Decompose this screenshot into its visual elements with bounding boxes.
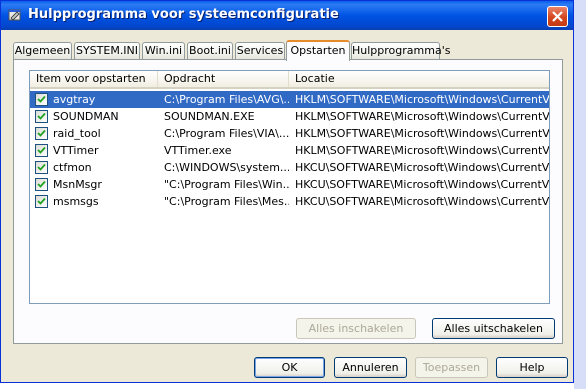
column-header-command[interactable]: Opdracht bbox=[158, 71, 289, 87]
item-cell: raid_tool bbox=[30, 125, 158, 142]
checkmark-icon bbox=[37, 112, 46, 120]
location-cell: HKLM\SOFTWARE\Microsoft\Windows\CurrentV… bbox=[295, 110, 549, 123]
table-row[interactable]: msmsgs "C:\Program Files\Mes... HKCU\SOF… bbox=[30, 193, 549, 210]
tab-opstarten[interactable]: Opstarten bbox=[286, 40, 350, 61]
title-bar[interactable]: Hulpprogramma voor systeemconfiguratie bbox=[1, 1, 573, 30]
item-name: avgtray bbox=[53, 93, 96, 106]
checkmark-icon bbox=[37, 163, 46, 171]
item-name: SOUNDMAN bbox=[53, 110, 119, 123]
disable-all-button[interactable]: Alles uitschakelen bbox=[432, 318, 555, 339]
command-cell: C:\Program Files\VIA\... bbox=[164, 127, 289, 140]
startup-checkbox[interactable] bbox=[35, 161, 48, 174]
tab-win-ini[interactable]: Win.ini bbox=[142, 42, 185, 60]
startup-checkbox[interactable] bbox=[35, 110, 48, 123]
location-cell: HKLM\SOFTWARE\Microsoft\Windows\CurrentV… bbox=[295, 127, 549, 140]
item-name: VTTimer bbox=[53, 144, 99, 157]
enable-all-button[interactable]: Alles inschakelen bbox=[296, 318, 416, 339]
item-cell: VTTimer bbox=[30, 142, 158, 159]
startup-checkbox[interactable] bbox=[35, 144, 48, 157]
item-name: msmsgs bbox=[53, 195, 99, 208]
item-cell: ctfmon bbox=[30, 159, 158, 176]
location-cell: HKCU\SOFTWARE\Microsoft\Windows\CurrentV… bbox=[295, 178, 549, 191]
table-row[interactable]: ctfmon C:\WINDOWS\system... HKCU\SOFTWAR… bbox=[30, 159, 549, 176]
checkmark-icon bbox=[37, 180, 46, 188]
command-cell: C:\Program Files\AVG\... bbox=[158, 91, 289, 108]
checkmark-icon bbox=[37, 129, 46, 137]
background-window bbox=[574, 0, 586, 389]
msconfig-icon bbox=[7, 7, 23, 23]
command-cell: "C:\Program Files\Mes... bbox=[164, 195, 289, 208]
table-row[interactable]: SOUNDMAN SOUNDMAN.EXE HKLM\SOFTWARE\Micr… bbox=[30, 108, 549, 125]
tab-services[interactable]: Services bbox=[235, 42, 285, 60]
tab-boot-ini[interactable]: Boot.ini bbox=[187, 42, 233, 60]
column-header-location[interactable]: Locatie bbox=[289, 71, 549, 87]
tab-algemeen[interactable]: Algemeen bbox=[13, 42, 72, 60]
tab-hulpprogrammas[interactable]: Hulpprogramma's bbox=[351, 42, 450, 60]
command-cell: "C:\Program Files\Win... bbox=[164, 178, 289, 191]
startup-checkbox[interactable] bbox=[35, 178, 48, 191]
checkmark-icon bbox=[37, 95, 46, 103]
window-title: Hulpprogramma voor systeemconfiguratie bbox=[28, 7, 339, 22]
startup-list[interactable]: Item voor opstarten Opdracht Locatie avg… bbox=[29, 70, 550, 304]
checkmark-icon bbox=[37, 146, 46, 154]
command-cell: VTTimer.exe bbox=[164, 144, 232, 157]
location-cell: HKCU\SOFTWARE\Microsoft\Windows\CurrentV… bbox=[295, 195, 549, 208]
item-cell: MsnMsgr bbox=[30, 176, 158, 193]
startup-checkbox[interactable] bbox=[35, 127, 48, 140]
item-cell: SOUNDMAN bbox=[30, 108, 158, 125]
location-cell: HKLM\SOFTWARE\Microsoft\Windows\CurrentV… bbox=[289, 91, 549, 108]
checkmark-icon bbox=[37, 197, 46, 205]
table-row[interactable]: raid_tool C:\Program Files\VIA\... HKLM\… bbox=[30, 125, 549, 142]
list-header: Item voor opstarten Opdracht Locatie bbox=[30, 71, 549, 89]
item-name: MsnMsgr bbox=[53, 178, 102, 191]
table-row[interactable]: MsnMsgr "C:\Program Files\Win... HKCU\SO… bbox=[30, 176, 549, 193]
msconfig-dialog: Hulpprogramma voor systeemconfiguratie A… bbox=[0, 0, 574, 383]
column-header-item[interactable]: Item voor opstarten bbox=[30, 71, 158, 87]
cancel-button[interactable]: Annuleren bbox=[334, 357, 407, 378]
item-name: raid_tool bbox=[53, 127, 101, 140]
table-row[interactable]: avgtray C:\Program Files\AVG\... HKLM\SO… bbox=[30, 91, 549, 108]
close-button[interactable] bbox=[547, 6, 568, 27]
location-cell: HKLM\SOFTWARE\Microsoft\Windows\CurrentV… bbox=[295, 144, 549, 157]
startup-checkbox[interactable] bbox=[35, 195, 48, 208]
item-cell: avgtray bbox=[30, 91, 158, 108]
startup-checkbox[interactable] bbox=[35, 93, 48, 106]
location-cell: HKCU\SOFTWARE\Microsoft\Windows\CurrentV… bbox=[295, 161, 549, 174]
item-cell: msmsgs bbox=[30, 193, 158, 210]
close-icon bbox=[552, 11, 563, 22]
command-cell: SOUNDMAN.EXE bbox=[164, 110, 255, 123]
table-row[interactable]: VTTimer VTTimer.exe HKLM\SOFTWARE\Micros… bbox=[30, 142, 549, 159]
command-cell: C:\WINDOWS\system... bbox=[164, 161, 289, 174]
item-name: ctfmon bbox=[53, 161, 92, 174]
help-button[interactable]: Help bbox=[496, 357, 568, 378]
tab-system-ini[interactable]: SYSTEM.INI bbox=[74, 42, 140, 60]
startup-panel: Item voor opstarten Opdracht Locatie avg… bbox=[13, 59, 563, 344]
ok-button[interactable]: OK bbox=[254, 357, 325, 378]
apply-button[interactable]: Toepassen bbox=[415, 357, 488, 378]
